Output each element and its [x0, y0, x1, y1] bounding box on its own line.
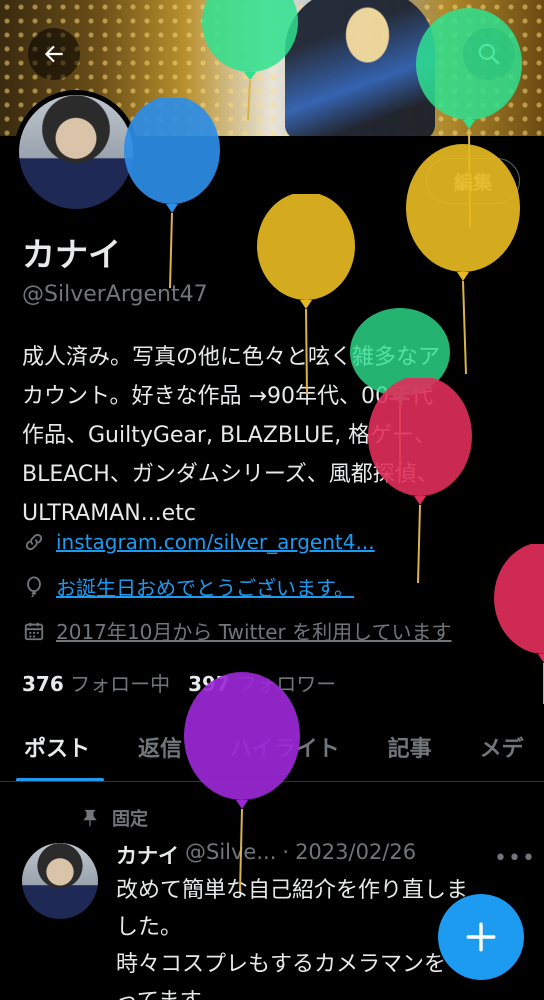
balloon-red-mid	[368, 378, 472, 583]
back-arrow-icon	[44, 45, 63, 63]
following-stat[interactable]: 376 フォロー中	[22, 668, 170, 697]
back-button[interactable]	[28, 28, 80, 80]
following-label: フォロー中	[70, 672, 171, 696]
tab-media[interactable]: メデ	[456, 712, 544, 781]
tab-articles[interactable]: 記事	[364, 712, 456, 781]
birthday-row[interactable]: お誕生日おめでとうございます。	[22, 572, 354, 601]
pin-icon	[83, 809, 97, 827]
link-icon	[22, 530, 46, 554]
more-icon[interactable]: •••	[494, 846, 536, 871]
joined-text: 2017年10月から Twitter を利用しています	[56, 620, 452, 644]
compose-button[interactable]	[438, 894, 524, 980]
profile-avatar[interactable]	[14, 90, 138, 214]
balloon-purple	[184, 672, 300, 892]
tweet-avatar[interactable]	[22, 843, 98, 919]
banner-photo-figure	[285, 0, 435, 136]
display-name: カナイ	[22, 235, 121, 274]
balloon-blue	[124, 98, 220, 288]
balloon-red-edge	[494, 544, 544, 704]
plus-icon	[466, 922, 496, 952]
tweet-date[interactable]: 2023/02/26	[295, 840, 416, 870]
birthday-text[interactable]: お誕生日おめでとうございます。	[56, 572, 354, 601]
balloon-icon	[22, 575, 46, 599]
joined-row: 2017年10月から Twitter を利用しています	[22, 616, 452, 645]
tab-posts[interactable]: ポスト	[0, 712, 114, 781]
pinned-indicator: 固定	[80, 805, 148, 831]
balloon-yellow-center	[257, 194, 355, 394]
pinned-label: 固定	[112, 809, 148, 830]
profile-link-row[interactable]: instagram.com/silver_argent4...	[22, 530, 375, 554]
tweet-author-name[interactable]: カナイ	[116, 840, 179, 870]
tweet-line: ってます。	[116, 983, 526, 1000]
following-count: 376	[22, 672, 64, 696]
calendar-icon	[22, 619, 46, 643]
profile-link[interactable]: instagram.com/silver_argent4...	[56, 530, 375, 554]
